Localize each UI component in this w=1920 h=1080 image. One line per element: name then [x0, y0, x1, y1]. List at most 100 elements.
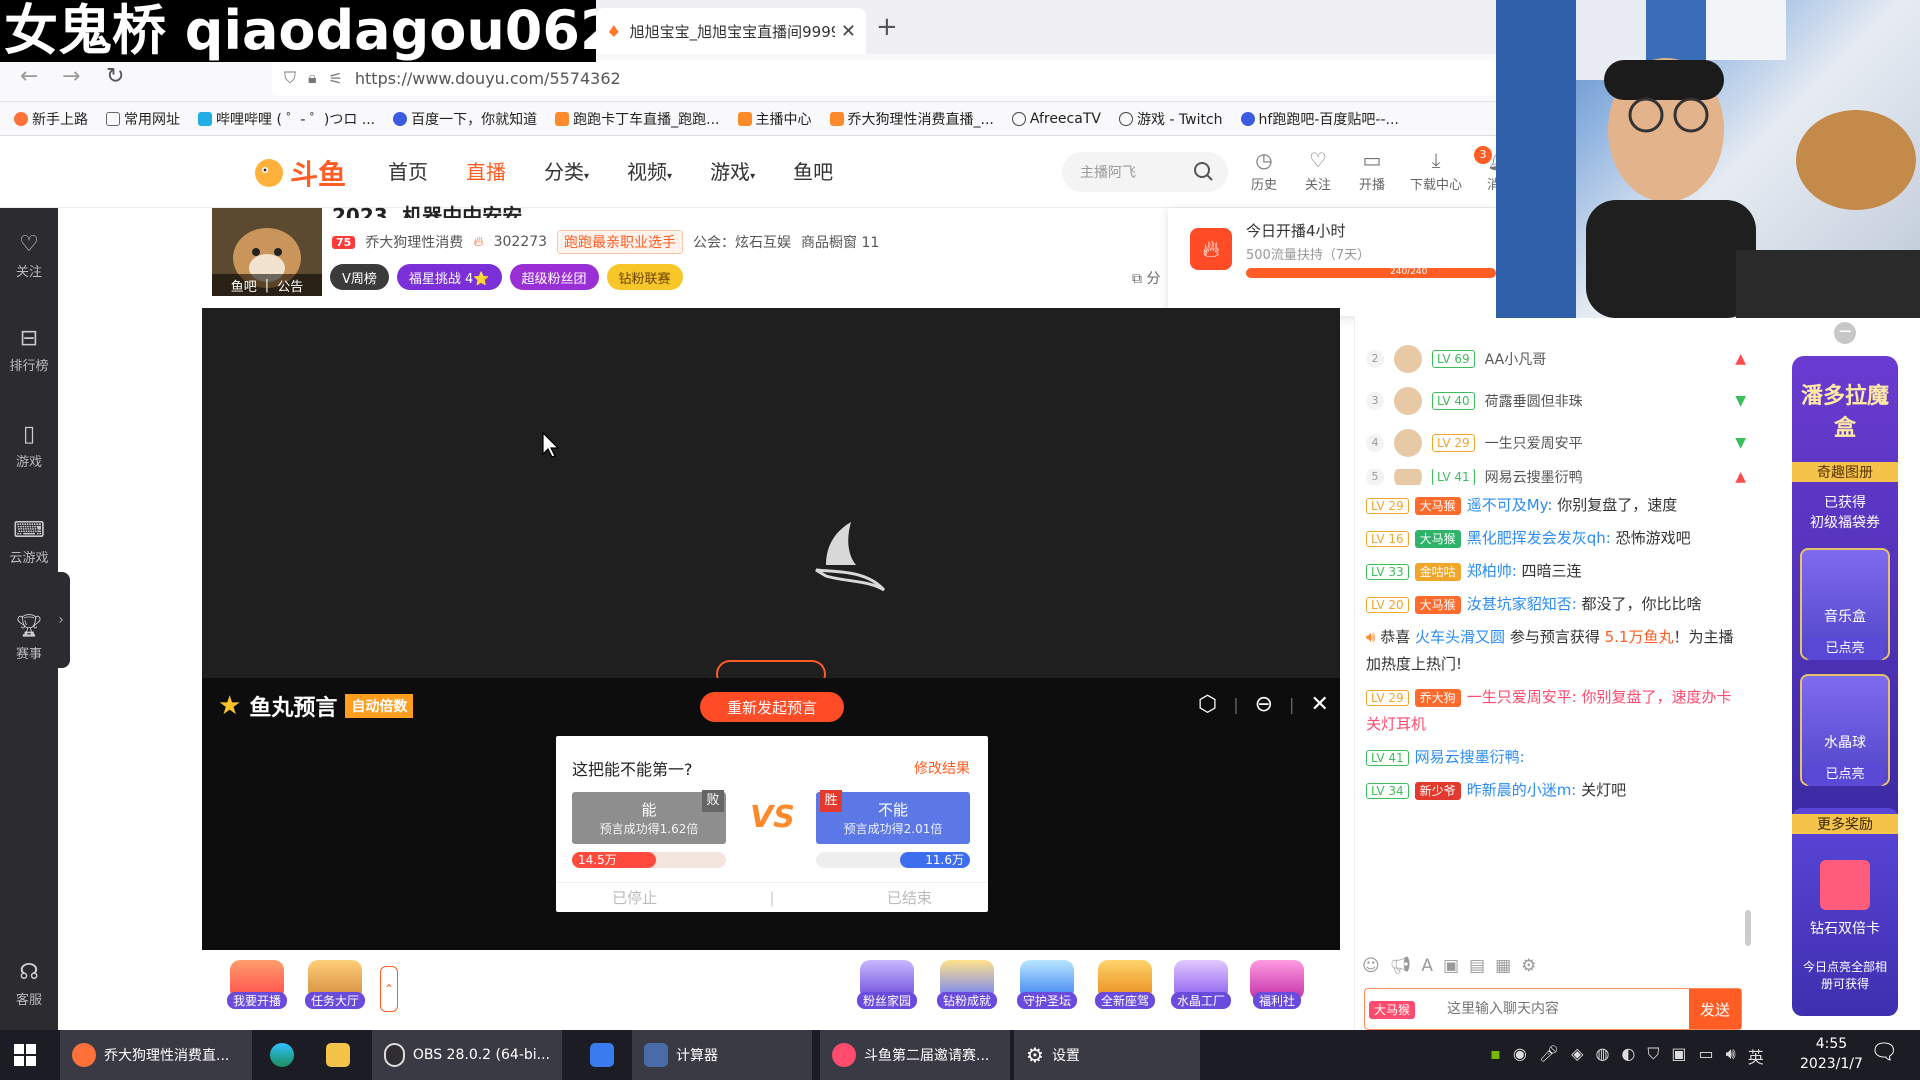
start-live-gift[interactable]: 我要开播	[222, 960, 292, 1009]
taskbar-obs[interactable]: OBS 28.0.2 (64-bi...	[372, 1030, 562, 1080]
bookmark-item[interactable]: 主播中心	[737, 109, 812, 129]
diamond-league-badge[interactable]: 钻粉联赛	[606, 264, 683, 290]
diamond-achievement-gift[interactable]: 钻粉成就	[932, 960, 1002, 1009]
url-bar[interactable]: ⛉ 🔒︎ ⚟ https://www.douyu.com/5574362	[272, 60, 1496, 96]
clock[interactable]: 4:55 2023/1/7	[1800, 1034, 1863, 1074]
bookmark-item[interactable]: 哔哩哔哩 ( ゜- ゜)つロ ...	[198, 109, 375, 129]
wechat-icon[interactable]: ◍	[1595, 1044, 1609, 1068]
video-player[interactable]	[202, 308, 1340, 678]
chat-message[interactable]: LV 33 金咕咕 郑柏帅: 四暗三连	[1366, 558, 1738, 585]
taskbar-app[interactable]	[578, 1030, 626, 1080]
bookmark-item[interactable]: hf跑跑吧-百度贴吧--...	[1240, 109, 1399, 129]
fan-home-gift[interactable]: 粉丝家园	[852, 960, 922, 1009]
bookmark-item[interactable]: 新手上路	[14, 109, 88, 129]
notification-center-icon[interactable]: 🗨︎	[1870, 1040, 1898, 1065]
input-language[interactable]: 英	[1748, 1044, 1764, 1068]
sidebar-item-events[interactable]: 🏆︎ 赛事	[0, 614, 58, 662]
mic-icon[interactable]: 🎤︎	[1539, 1044, 1559, 1068]
relaunch-prediction-button[interactable]: 重新发起预言	[700, 692, 844, 722]
gpu-icon[interactable]: ▣	[1671, 1044, 1686, 1068]
super-fan-badge[interactable]: 超级粉丝团	[509, 264, 599, 290]
volume-icon[interactable]: 🔊︎	[1726, 1044, 1736, 1068]
rank-row[interactable]: 2 LV 69 AA小凡哥 ▲	[1366, 345, 1746, 373]
sidebar-expand-handle[interactable]: ›	[52, 572, 70, 668]
sidebar-item-support[interactable]: ☊ 客服	[0, 960, 58, 1008]
taskbar-explorer[interactable]	[314, 1030, 362, 1080]
nvidia-icon[interactable]: ▪	[1490, 1044, 1501, 1068]
search-icon[interactable]	[1192, 160, 1214, 182]
weekly-rank-badge[interactable]: V周榜	[330, 264, 389, 290]
avatar-tag[interactable]: 鱼吧 | 公告	[212, 274, 322, 296]
rank-row[interactable]: 4 LV 29 一生只爱周安平 ▼	[1366, 429, 1746, 457]
chat-message[interactable]: LV 20 大马猴 汝甚坑家貂知否: 都没了，你比比啥	[1366, 591, 1738, 618]
nav-video[interactable]: 视频▾	[627, 156, 672, 185]
guild-label[interactable]: 公会：炫石互娱	[693, 232, 791, 252]
modify-result-link[interactable]: 修改结果	[914, 758, 970, 778]
taskbar-settings[interactable]: ⚙ 设置	[1014, 1030, 1200, 1080]
share-button[interactable]: ⧉ 分	[1132, 268, 1160, 288]
chat-message[interactable]: LV 16 大马猴 黑化肥挥发会发灰qh: 恐怖游戏吧	[1366, 525, 1738, 552]
start-live-button[interactable]: ▭ 开播	[1354, 148, 1390, 193]
monitor-icon[interactable]: ▭	[1699, 1044, 1714, 1068]
qq-icon[interactable]: ◐	[1621, 1044, 1635, 1068]
history-button[interactable]: ◷ 历史	[1246, 148, 1282, 193]
close-icon[interactable]: ✕	[1310, 692, 1328, 717]
rank-row[interactable]: 3 LV 40 荷露垂圆但非珠 ▼	[1366, 387, 1746, 415]
sidebar-item-games[interactable]: ▯ 游戏	[0, 422, 58, 470]
network-icon[interactable]: ◈	[1571, 1044, 1583, 1068]
bookmark-item[interactable]: AfreecaTV	[1011, 111, 1101, 127]
welfare-gift[interactable]: 福利社	[1242, 960, 1312, 1009]
emoji-icon[interactable]: ☺	[1362, 956, 1380, 976]
rank-row[interactable]: 5 LV 41 网易云搜墨衍鸭 ▲	[1366, 469, 1746, 485]
shop-label[interactable]: 商品橱窗 11	[801, 232, 879, 252]
steam-icon[interactable]: ◉	[1513, 1044, 1527, 1068]
chat-message[interactable]: LV 29 乔大狗 一生只爱周安平: 你别复盘了，速度办卡关灯耳机	[1366, 684, 1738, 738]
back-icon[interactable]: ←	[20, 64, 38, 89]
bookmark-item[interactable]: 跑跑卡丁车直播_跑跑...	[555, 109, 720, 129]
settings-icon[interactable]: ⚙	[1521, 956, 1536, 976]
settings-hex-icon[interactable]: ⬡	[1198, 692, 1217, 717]
nav-games[interactable]: 游戏▾	[710, 156, 755, 185]
chat-message[interactable]: LV 34 新少爷 昨新晨的小迷m: 关灯吧	[1366, 777, 1738, 804]
font-icon[interactable]: A	[1421, 956, 1433, 976]
taskbar-firefox[interactable]: 乔大狗理性消费直...	[60, 1030, 252, 1080]
chat-message[interactable]: LV 41 网易云搜墨衍鸭:	[1366, 744, 1738, 771]
taskbar-douyu[interactable]: 斗鱼第二届邀请赛...	[820, 1030, 1010, 1080]
new-tab-icon[interactable]: +	[876, 12, 898, 42]
douyu-logo[interactable]: 斗鱼	[252, 150, 348, 196]
nav-category[interactable]: 分类▾	[544, 156, 589, 185]
taskbar-calculator[interactable]: 计算器	[632, 1030, 812, 1080]
tab-close-icon[interactable]: ✕	[841, 21, 856, 42]
sidebar-item-ranking[interactable]: ⊟ 排行榜	[0, 326, 58, 374]
chat-scrollbar[interactable]	[1745, 910, 1751, 946]
bookmark-item[interactable]: 游戏 - Twitch	[1118, 109, 1223, 129]
new-mount-gift[interactable]: 全新座驾	[1090, 960, 1160, 1009]
bookmark-item[interactable]: 乔大狗理性消费直播_...	[829, 109, 994, 129]
more-icon[interactable]: ⊖	[1255, 692, 1273, 717]
bookmark-item[interactable]: 百度一下，你就知道	[393, 109, 537, 129]
reload-icon[interactable]: ↻	[106, 64, 124, 89]
gift-scroll-up-icon[interactable]: ⌃	[380, 966, 398, 1012]
sidebar-item-follow[interactable]: ♡ 关注	[0, 232, 58, 280]
crystal-factory-gift[interactable]: 水晶工厂	[1166, 960, 1236, 1009]
gift-card-icon[interactable]: ▤	[1469, 956, 1485, 976]
security-icon[interactable]: ⛉	[1647, 1044, 1659, 1068]
nav-yuba[interactable]: 鱼吧	[793, 156, 833, 185]
follow-button[interactable]: ♡ 关注	[1300, 148, 1336, 193]
send-button[interactable]: 发送	[1689, 989, 1741, 1029]
fan-icon[interactable]: ▣	[1443, 956, 1459, 976]
bookmark-item[interactable]: 常用网址	[106, 109, 180, 129]
forward-icon[interactable]: →	[62, 64, 80, 89]
nav-home[interactable]: 首页	[388, 156, 428, 185]
more-rewards-panel[interactable]: 更多奖励 钻石双倍卡 今日点亮全部相册可获得	[1792, 808, 1898, 1016]
nav-live[interactable]: 直播	[466, 156, 506, 185]
download-button[interactable]: ⤓ 下载中心	[1408, 148, 1464, 193]
streamer-name[interactable]: 乔大狗理性消费	[365, 232, 463, 252]
lucky-challenge-badge[interactable]: 福星挑战 4⭐	[396, 264, 502, 290]
badge-icon[interactable]: ▦	[1495, 956, 1511, 976]
chat-message[interactable]: LV 29 大马猴 遥不可及My: 你别复盘了，速度	[1366, 492, 1738, 519]
task-hall-gift[interactable]: 任务大厅	[300, 960, 370, 1009]
guard-altar-gift[interactable]: 守护圣坛	[1012, 960, 1082, 1009]
browser-tab[interactable]: 旭旭宝宝_旭旭宝宝直播间9999 ✕	[596, 8, 866, 54]
megaphone-icon[interactable]: 📢︎	[1390, 956, 1412, 976]
